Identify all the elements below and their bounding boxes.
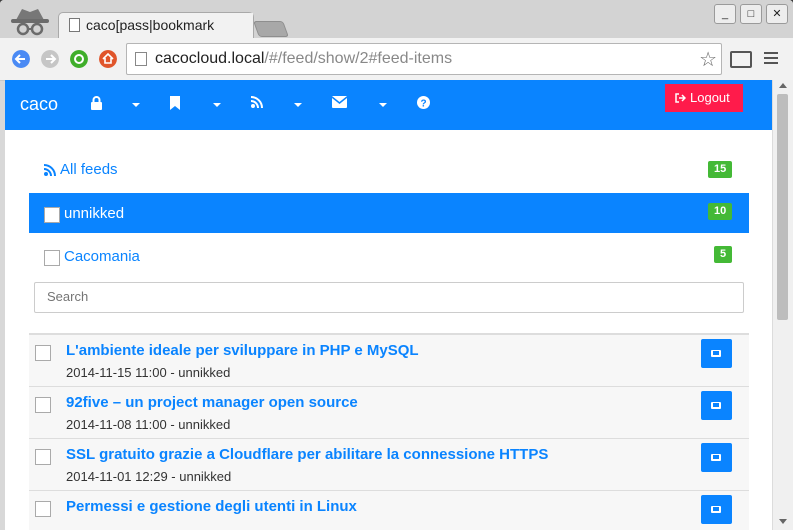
feed-label: Cacomania [64, 248, 140, 265]
incognito-icon [11, 9, 49, 36]
scroll-up-icon[interactable] [779, 83, 787, 88]
lock-icon[interactable] [91, 96, 102, 110]
browser-toolbar: cacocloud.local/#/feed/show/2#feed-items… [0, 38, 793, 81]
app-navbar: caco ? Logout [5, 80, 772, 130]
inbox-icon [711, 506, 721, 513]
help-icon[interactable]: ? [417, 96, 430, 109]
feed-item-unnikked[interactable]: unnikked 10 [29, 193, 749, 233]
title-bar: caco[pass|bookmark _ □ ✕ [0, 0, 793, 39]
search-input[interactable] [45, 288, 729, 305]
address-bar[interactable]: cacocloud.local/#/feed/show/2#feed-items… [126, 43, 722, 75]
feed-items-list: L'ambiente ideale per sviluppare in PHP … [29, 333, 749, 530]
back-icon[interactable] [12, 50, 30, 68]
browser-window: caco[pass|bookmark _ □ ✕ cacocloud.local… [0, 0, 793, 530]
maximize-button[interactable]: □ [740, 4, 762, 24]
item-title[interactable]: SSL gratuito grazie a Cloudflare per abi… [66, 446, 548, 463]
item-checkbox[interactable] [35, 345, 51, 361]
item-meta: 2014-11-08 11:00 - unnikked [66, 417, 231, 432]
archive-button[interactable] [701, 495, 732, 524]
rss-icon [44, 164, 56, 176]
home-icon[interactable] [99, 50, 117, 68]
rss-icon[interactable] [251, 96, 263, 108]
cast-icon[interactable] [730, 51, 752, 68]
inbox-icon [711, 402, 721, 409]
page-icon [135, 52, 147, 66]
forward-icon[interactable] [41, 50, 59, 68]
unread-count-badge: 10 [708, 203, 733, 220]
item-meta: 2014-11-15 11:00 - unnikked [66, 365, 231, 380]
inbox-icon [711, 454, 721, 461]
item-checkbox[interactable] [35, 449, 51, 465]
brand[interactable]: caco [20, 94, 58, 115]
url-host: cacocloud.local [155, 50, 265, 67]
sign-out-icon [675, 93, 686, 103]
feed-label: All feeds [60, 161, 118, 178]
minimize-button[interactable]: _ [714, 4, 736, 24]
bookmark-star-icon[interactable]: ☆ [699, 47, 717, 72]
close-button[interactable]: ✕ [766, 4, 788, 24]
bookmark-icon[interactable] [170, 96, 180, 110]
item-title[interactable]: 92five – un project manager open source [66, 394, 358, 411]
chevron-down-icon[interactable] [294, 103, 302, 107]
archive-button[interactable] [701, 391, 732, 420]
search-box [34, 282, 744, 313]
new-tab-button[interactable] [253, 21, 289, 37]
menu-icon[interactable] [764, 52, 778, 67]
feed-checkbox[interactable] [44, 207, 60, 223]
item-meta: 2014-11-01 12:29 - unnikked [66, 469, 232, 484]
page-content: caco ? Logout All feeds 15 unnikked 10 C… [5, 80, 772, 530]
inbox-icon [711, 350, 721, 357]
url-path: /#/feed/show/2#feed-items [264, 50, 453, 67]
feed-item-cacomania[interactable]: Cacomania 5 [29, 236, 749, 276]
scrollbar-thumb[interactable] [777, 94, 788, 320]
unread-count-badge: 15 [708, 161, 733, 178]
list-item[interactable]: 92five – un project manager open source … [29, 387, 749, 439]
chevron-down-icon[interactable] [379, 103, 387, 107]
list-item[interactable]: L'ambiente ideale per sviluppare in PHP … [29, 335, 749, 387]
feed-item-all[interactable]: All feeds 15 [29, 149, 749, 189]
logout-label: Logout [690, 90, 730, 105]
archive-button[interactable] [701, 339, 732, 368]
page-icon [69, 18, 80, 32]
scroll-down-icon[interactable] [779, 519, 787, 524]
scrollbar[interactable] [772, 80, 793, 530]
item-checkbox[interactable] [35, 397, 51, 413]
item-checkbox[interactable] [35, 501, 51, 517]
list-item[interactable]: Permessi e gestione degli utenti in Linu… [29, 491, 749, 530]
chevron-down-icon[interactable] [132, 103, 140, 107]
feed-label: unnikked [64, 205, 125, 222]
list-item[interactable]: SSL gratuito grazie a Cloudflare per abi… [29, 439, 749, 491]
feed-checkbox[interactable] [44, 250, 60, 266]
tab-title: caco[pass|bookmark [86, 17, 215, 33]
browser-tab[interactable]: caco[pass|bookmark [58, 12, 254, 39]
archive-button[interactable] [701, 443, 732, 472]
logout-button[interactable]: Logout [665, 84, 743, 112]
unread-count-badge: 5 [714, 246, 733, 263]
chevron-down-icon[interactable] [213, 103, 221, 107]
svg-text:?: ? [420, 99, 426, 110]
item-title[interactable]: L'ambiente ideale per sviluppare in PHP … [66, 342, 419, 359]
item-title[interactable]: Permessi e gestione degli utenti in Linu… [66, 498, 357, 515]
envelope-icon[interactable] [332, 96, 347, 108]
reload-icon[interactable] [70, 50, 88, 68]
